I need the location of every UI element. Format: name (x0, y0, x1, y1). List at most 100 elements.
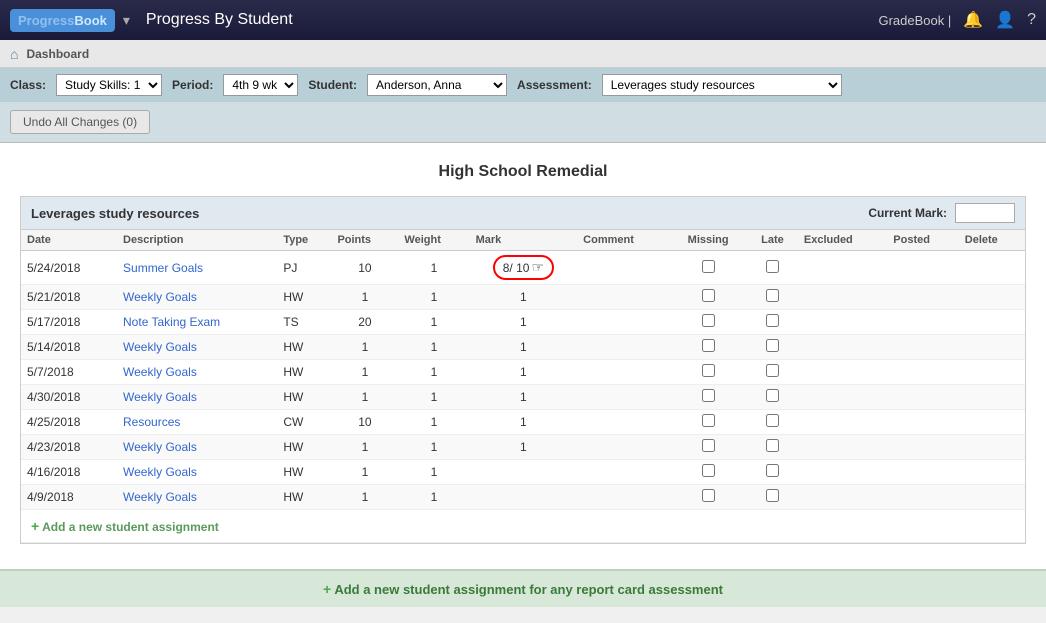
cell-mark[interactable]: 1 (470, 385, 578, 410)
cell-description[interactable]: Weekly Goals (117, 460, 277, 485)
description-link[interactable]: Note Taking Exam (123, 315, 220, 329)
late-checkbox[interactable] (766, 314, 779, 327)
cell-weight: 1 (398, 310, 469, 335)
cell-mark[interactable]: 1 (470, 435, 578, 460)
cell-missing[interactable] (669, 410, 747, 435)
missing-checkbox[interactable] (702, 314, 715, 327)
description-link[interactable]: Summer Goals (123, 261, 203, 275)
description-link[interactable]: Resources (123, 415, 180, 429)
description-link[interactable]: Weekly Goals (123, 490, 197, 504)
cell-description[interactable]: Weekly Goals (117, 435, 277, 460)
cell-type: HW (277, 285, 331, 310)
late-checkbox[interactable] (766, 364, 779, 377)
cell-mark[interactable]: 1 (470, 310, 578, 335)
cell-description[interactable]: Weekly Goals (117, 335, 277, 360)
col-posted: Posted (887, 230, 958, 251)
cell-description[interactable]: Note Taking Exam (117, 310, 277, 335)
mark-value: 1 (520, 365, 527, 379)
cell-missing[interactable] (669, 335, 747, 360)
student-select[interactable]: Anderson, Anna (367, 74, 507, 96)
cell-description[interactable]: Weekly Goals (117, 285, 277, 310)
cell-mark[interactable]: 1 (470, 285, 578, 310)
user-icon[interactable]: 👤 (995, 10, 1015, 30)
col-late: Late (747, 230, 798, 251)
cell-missing[interactable] (669, 460, 747, 485)
cell-missing[interactable] (669, 385, 747, 410)
cell-missing[interactable] (669, 285, 747, 310)
cell-posted (887, 310, 958, 335)
cell-missing[interactable] (669, 485, 747, 510)
col-points: Points (331, 230, 398, 251)
cell-mark[interactable]: 1 (470, 335, 578, 360)
late-checkbox[interactable] (766, 439, 779, 452)
help-icon[interactable]: ? (1027, 11, 1036, 29)
cell-missing[interactable] (669, 360, 747, 385)
description-link[interactable]: Weekly Goals (123, 365, 197, 379)
add-assignment-text[interactable]: Add a new student assignment (42, 520, 219, 534)
add-assignment-row[interactable]: + Add a new student assignment (21, 510, 1025, 543)
cell-late[interactable] (747, 310, 798, 335)
cell-missing[interactable] (669, 435, 747, 460)
missing-checkbox[interactable] (702, 389, 715, 402)
late-checkbox[interactable] (766, 260, 779, 273)
cell-comment (577, 385, 669, 410)
missing-checkbox[interactable] (702, 439, 715, 452)
header-dropdown-arrow[interactable]: ▾ (123, 12, 130, 29)
cell-mark[interactable] (470, 460, 578, 485)
cell-mark[interactable] (470, 485, 578, 510)
cell-late[interactable] (747, 385, 798, 410)
late-checkbox[interactable] (766, 289, 779, 302)
description-link[interactable]: Weekly Goals (123, 465, 197, 479)
cell-late[interactable] (747, 410, 798, 435)
table-row: 5/14/2018 Weekly Goals HW 1 1 1 (21, 335, 1025, 360)
cell-date: 5/7/2018 (21, 360, 117, 385)
cursor-icon: ☞ (531, 259, 544, 276)
cell-description[interactable]: Weekly Goals (117, 385, 277, 410)
assessment-select[interactable]: Leverages study resources (602, 74, 842, 96)
missing-checkbox[interactable] (702, 489, 715, 502)
late-checkbox[interactable] (766, 464, 779, 477)
cell-mark[interactable]: 8/ 10☞ (470, 251, 578, 285)
bell-icon[interactable]: 🔔 (963, 10, 983, 30)
current-mark-input[interactable] (955, 203, 1015, 223)
period-select[interactable]: 4th 9 wk (223, 74, 298, 96)
late-checkbox[interactable] (766, 339, 779, 352)
home-icon[interactable]: ⌂ (10, 46, 18, 62)
cell-description[interactable]: Weekly Goals (117, 360, 277, 385)
cell-late[interactable] (747, 485, 798, 510)
cell-type: HW (277, 435, 331, 460)
late-checkbox[interactable] (766, 389, 779, 402)
cell-description[interactable]: Resources (117, 410, 277, 435)
class-select[interactable]: Study Skills: 1 (56, 74, 162, 96)
cell-late[interactable] (747, 251, 798, 285)
cell-missing[interactable] (669, 251, 747, 285)
missing-checkbox[interactable] (702, 364, 715, 377)
missing-checkbox[interactable] (702, 414, 715, 427)
missing-checkbox[interactable] (702, 339, 715, 352)
cell-points: 20 (331, 310, 398, 335)
late-checkbox[interactable] (766, 489, 779, 502)
description-link[interactable]: Weekly Goals (123, 340, 197, 354)
bottom-add-link[interactable]: + Add a new student assignment for any r… (323, 582, 723, 597)
cell-late[interactable] (747, 285, 798, 310)
missing-checkbox[interactable] (702, 289, 715, 302)
late-checkbox[interactable] (766, 414, 779, 427)
add-assignment-label[interactable]: + Add a new student assignment (21, 510, 1025, 543)
description-link[interactable]: Weekly Goals (123, 440, 197, 454)
cell-late[interactable] (747, 435, 798, 460)
missing-checkbox[interactable] (702, 464, 715, 477)
cell-late[interactable] (747, 360, 798, 385)
description-link[interactable]: Weekly Goals (123, 290, 197, 304)
missing-checkbox[interactable] (702, 260, 715, 273)
cell-description[interactable]: Weekly Goals (117, 485, 277, 510)
assessment-label: Assessment: (517, 78, 592, 92)
cell-mark[interactable]: 1 (470, 410, 578, 435)
cell-late[interactable] (747, 335, 798, 360)
cell-missing[interactable] (669, 310, 747, 335)
cell-mark[interactable]: 1 (470, 360, 578, 385)
mark-value: 1 (520, 440, 527, 454)
undo-button[interactable]: Undo All Changes (0) (10, 110, 150, 134)
cell-description[interactable]: Summer Goals (117, 251, 277, 285)
description-link[interactable]: Weekly Goals (123, 390, 197, 404)
cell-late[interactable] (747, 460, 798, 485)
